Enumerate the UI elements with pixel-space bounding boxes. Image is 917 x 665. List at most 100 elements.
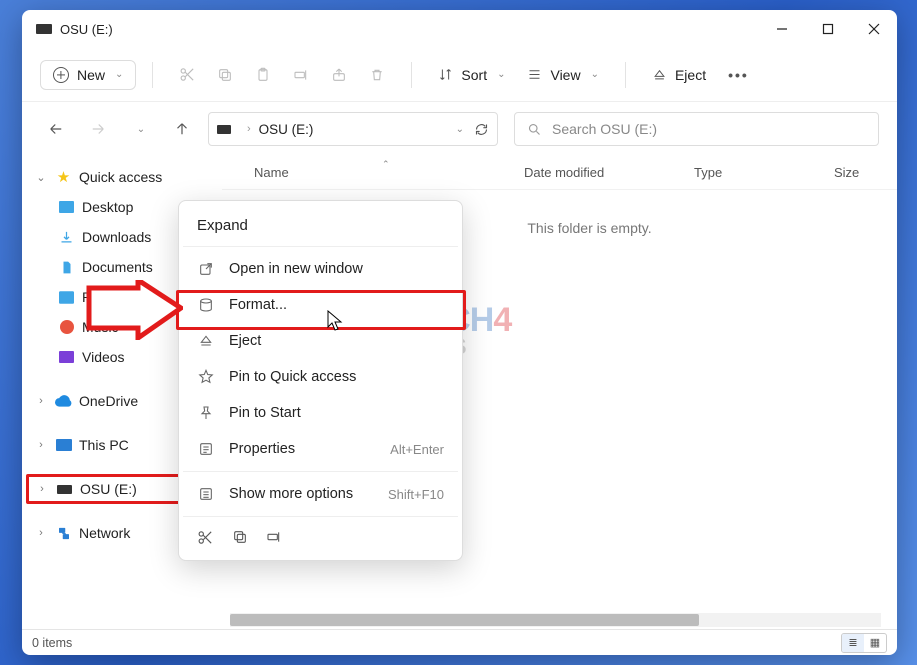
toolbar-divider xyxy=(625,62,626,88)
column-header-date[interactable]: Date modified xyxy=(512,165,682,180)
context-menu-open-new-window[interactable]: Open in new window xyxy=(183,251,458,287)
delete-button[interactable] xyxy=(359,57,395,93)
recent-button[interactable]: ⌄ xyxy=(124,113,156,145)
chevron-down-icon: ⌄ xyxy=(591,69,599,80)
context-menu-format[interactable]: Format... xyxy=(183,287,458,323)
column-header-type[interactable]: Type xyxy=(682,165,822,180)
menu-item-shortcut: Alt+Enter xyxy=(390,442,444,457)
chevron-down-icon[interactable]: ⌄ xyxy=(34,171,48,184)
sidebar-item-label: This PC xyxy=(79,437,129,453)
address-bar[interactable]: › OSU (E:) ⌄ xyxy=(208,112,498,146)
sort-label: Sort xyxy=(461,67,487,83)
maximize-icon xyxy=(822,23,834,35)
minimize-button[interactable] xyxy=(759,10,805,48)
column-header-name[interactable]: Name xyxy=(222,165,512,180)
copy-icon xyxy=(217,67,233,83)
pc-icon xyxy=(55,438,72,453)
open-external-icon xyxy=(197,261,215,277)
new-button-label: New xyxy=(77,67,105,83)
menu-item-label: Open in new window xyxy=(229,261,444,277)
network-icon xyxy=(55,526,72,541)
sidebar-item-label: Pictures xyxy=(82,289,133,305)
icons-view-button[interactable]: ▦ xyxy=(864,634,886,652)
clipboard-icon xyxy=(255,67,271,83)
copy-icon[interactable] xyxy=(232,529,248,550)
sidebar-item-label: Desktop xyxy=(82,199,133,215)
plus-circle-icon xyxy=(53,67,69,83)
column-header-size[interactable]: Size xyxy=(822,165,882,180)
back-button[interactable] xyxy=(40,113,72,145)
paste-button[interactable] xyxy=(245,57,281,93)
toolbar-divider xyxy=(152,62,153,88)
eject-button[interactable]: Eject xyxy=(642,63,716,87)
arrow-up-icon xyxy=(173,120,191,138)
drive-icon xyxy=(36,24,52,34)
close-icon xyxy=(868,23,880,35)
chevron-right-icon[interactable]: › xyxy=(34,439,48,451)
eject-label: Eject xyxy=(675,67,706,83)
context-menu-icon-row xyxy=(183,521,458,554)
scissors-icon xyxy=(179,66,196,83)
view-toggle: ≣ ▦ xyxy=(841,633,887,653)
forward-button[interactable] xyxy=(82,113,114,145)
trash-icon xyxy=(369,67,385,83)
up-button[interactable] xyxy=(166,113,198,145)
drive-icon xyxy=(217,125,231,134)
new-button[interactable]: New ⌄ xyxy=(40,60,136,90)
view-button[interactable]: View ⌄ xyxy=(517,63,608,87)
horizontal-scrollbar[interactable] xyxy=(230,613,881,627)
sidebar-item-label: OSU (E:) xyxy=(80,481,137,497)
share-icon xyxy=(331,67,347,83)
context-menu-expand[interactable]: Expand xyxy=(183,207,458,242)
documents-icon xyxy=(58,260,75,275)
item-count: 0 items xyxy=(32,636,72,650)
chevron-right-icon[interactable]: › xyxy=(35,483,49,495)
chevron-down-icon: ⌄ xyxy=(137,124,145,135)
view-icon xyxy=(527,67,542,82)
search-input[interactable]: Search OSU (E:) xyxy=(514,112,879,146)
titlebar: OSU (E:) xyxy=(22,10,897,48)
copy-button[interactable] xyxy=(207,57,243,93)
chevron-down-icon[interactable]: ⌄ xyxy=(456,124,464,135)
pin-icon xyxy=(197,405,215,421)
cloud-icon xyxy=(55,394,72,409)
maximize-button[interactable] xyxy=(805,10,851,48)
search-icon xyxy=(527,122,542,137)
pictures-icon xyxy=(58,290,75,305)
chevron-right-icon[interactable]: › xyxy=(34,395,48,407)
desktop-icon xyxy=(58,200,75,215)
breadcrumb-current[interactable]: OSU (E:) xyxy=(259,122,314,137)
refresh-icon[interactable] xyxy=(474,122,489,137)
cut-button[interactable] xyxy=(169,57,205,93)
toolbar: New ⌄ Sort ⌄ View ⌄ Eject ••• xyxy=(22,48,897,102)
sidebar-item-label: Downloads xyxy=(82,229,151,245)
properties-icon xyxy=(197,441,215,457)
close-button[interactable] xyxy=(851,10,897,48)
context-menu-show-more[interactable]: Show more options Shift+F10 xyxy=(183,476,458,512)
cut-icon[interactable] xyxy=(197,529,214,550)
sort-indicator-icon: ⌃ xyxy=(382,159,390,170)
sort-button[interactable]: Sort ⌄ xyxy=(428,63,515,87)
sidebar-item-label: Network xyxy=(79,525,130,541)
chevron-right-icon[interactable]: › xyxy=(34,527,48,539)
share-button[interactable] xyxy=(321,57,357,93)
menu-item-label: Show more options xyxy=(229,486,374,502)
window-title: OSU (E:) xyxy=(60,22,113,37)
more-button[interactable]: ••• xyxy=(718,63,759,87)
context-menu-pin-start[interactable]: Pin to Start xyxy=(183,395,458,431)
details-view-button[interactable]: ≣ xyxy=(842,634,864,652)
context-menu: Expand Open in new window Format... Ejec… xyxy=(178,200,463,561)
context-menu-properties[interactable]: Properties Alt+Enter xyxy=(183,431,458,467)
sort-icon xyxy=(438,67,453,82)
context-menu-eject[interactable]: Eject xyxy=(183,323,458,359)
sidebar-item-label: Videos xyxy=(82,349,125,365)
context-menu-pin-quick-access[interactable]: Pin to Quick access xyxy=(183,359,458,395)
rename-button[interactable] xyxy=(283,57,319,93)
sidebar-item-label: OneDrive xyxy=(79,393,138,409)
scrollbar-thumb[interactable] xyxy=(230,614,699,626)
menu-divider xyxy=(183,471,458,472)
rename-icon xyxy=(293,67,309,83)
chevron-down-icon: ⌄ xyxy=(497,69,505,80)
sidebar-item-quick-access[interactable]: ⌄ ★ Quick access xyxy=(28,162,218,192)
rename-icon[interactable] xyxy=(266,529,282,550)
